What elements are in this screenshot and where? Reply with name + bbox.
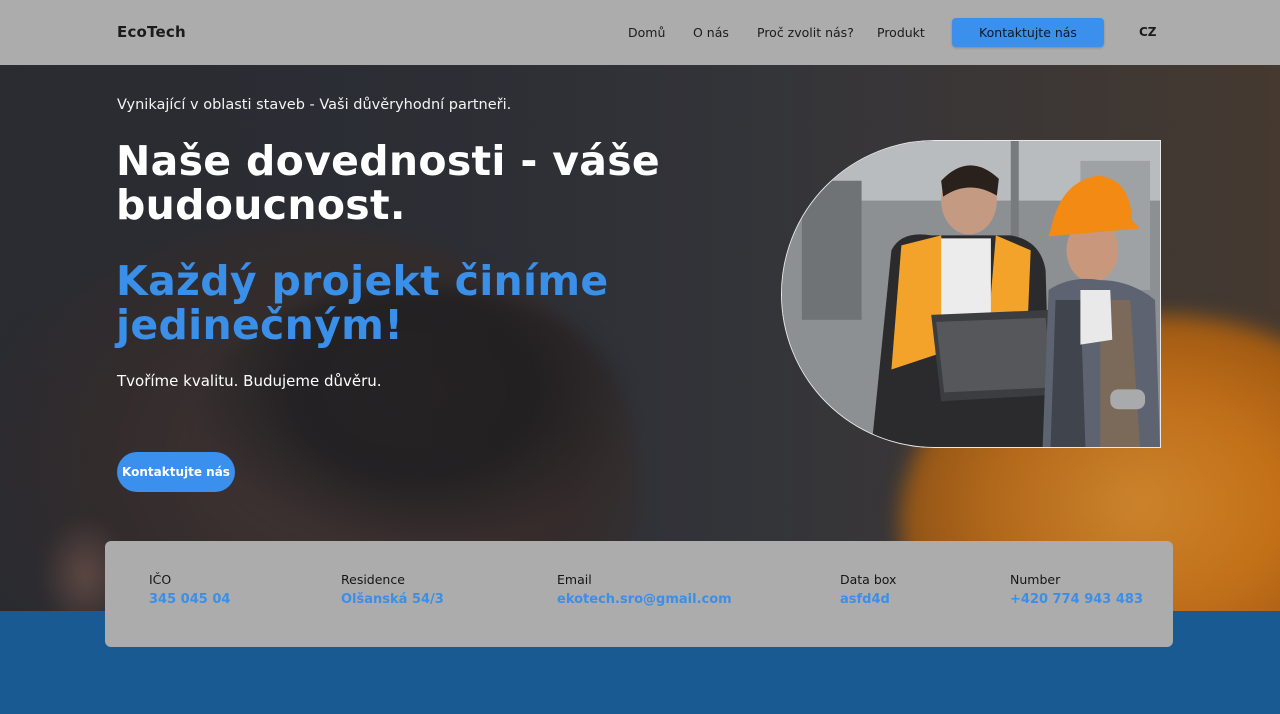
info-residence-value[interactable]: Olšanská 54/3 (341, 590, 444, 610)
workers-photo (781, 140, 1161, 448)
nav-link-about[interactable]: O nás (693, 25, 729, 40)
nav-link-home[interactable]: Domů (628, 25, 665, 40)
info-phone: Number +420 774 943 483 (1010, 572, 1143, 610)
info-residence: Residence Olšanská 54/3 (341, 572, 444, 610)
logo[interactable]: EcoTech (117, 23, 186, 41)
info-ico: IČO 345 045 04 (149, 572, 230, 610)
nav-link-why-us[interactable]: Proč zvolit nás? (757, 25, 854, 40)
hero-contact-button[interactable]: Kontaktujte nás (117, 452, 235, 492)
hero-section: Vynikající v oblasti staveb - Vaši důvěr… (0, 65, 1280, 611)
hero-subtitle: Tvoříme kvalitu. Budujeme důvěru. (117, 372, 382, 390)
info-phone-label: Number (1010, 572, 1061, 587)
header-contact-button[interactable]: Kontaktujte nás (952, 18, 1104, 47)
language-switcher[interactable]: CZ (1139, 25, 1157, 39)
info-residence-label: Residence (341, 572, 405, 587)
info-ico-label: IČO (149, 572, 172, 587)
info-email-label: Email (557, 572, 592, 587)
hero-title: Naše dovednosti - váše budoucnost. (116, 137, 661, 229)
nav-link-product[interactable]: Produkt (877, 25, 925, 40)
info-databox-label: Data box (840, 572, 897, 587)
info-databox-value[interactable]: asfd4d (840, 590, 896, 610)
hero-tagline: Vynikající v oblasti staveb - Vaši důvěr… (117, 97, 512, 113)
info-ico-value[interactable]: 345 045 04 (149, 590, 230, 610)
info-databox: Data box asfd4d (840, 572, 896, 610)
hero-highlight: Každý projekt činíme jedinečným! (116, 257, 609, 349)
info-email-value[interactable]: ekotech.sro@gmail.com (557, 590, 732, 610)
site-header: EcoTech Domů O nás Proč zvolit nás? Prod… (0, 0, 1280, 65)
company-info-card: IČO 345 045 04 Residence Olšanská 54/3 E… (105, 541, 1173, 647)
workers-illustration (782, 141, 1160, 447)
info-email: Email ekotech.sro@gmail.com (557, 572, 732, 610)
info-phone-value[interactable]: +420 774 943 483 (1010, 590, 1143, 610)
